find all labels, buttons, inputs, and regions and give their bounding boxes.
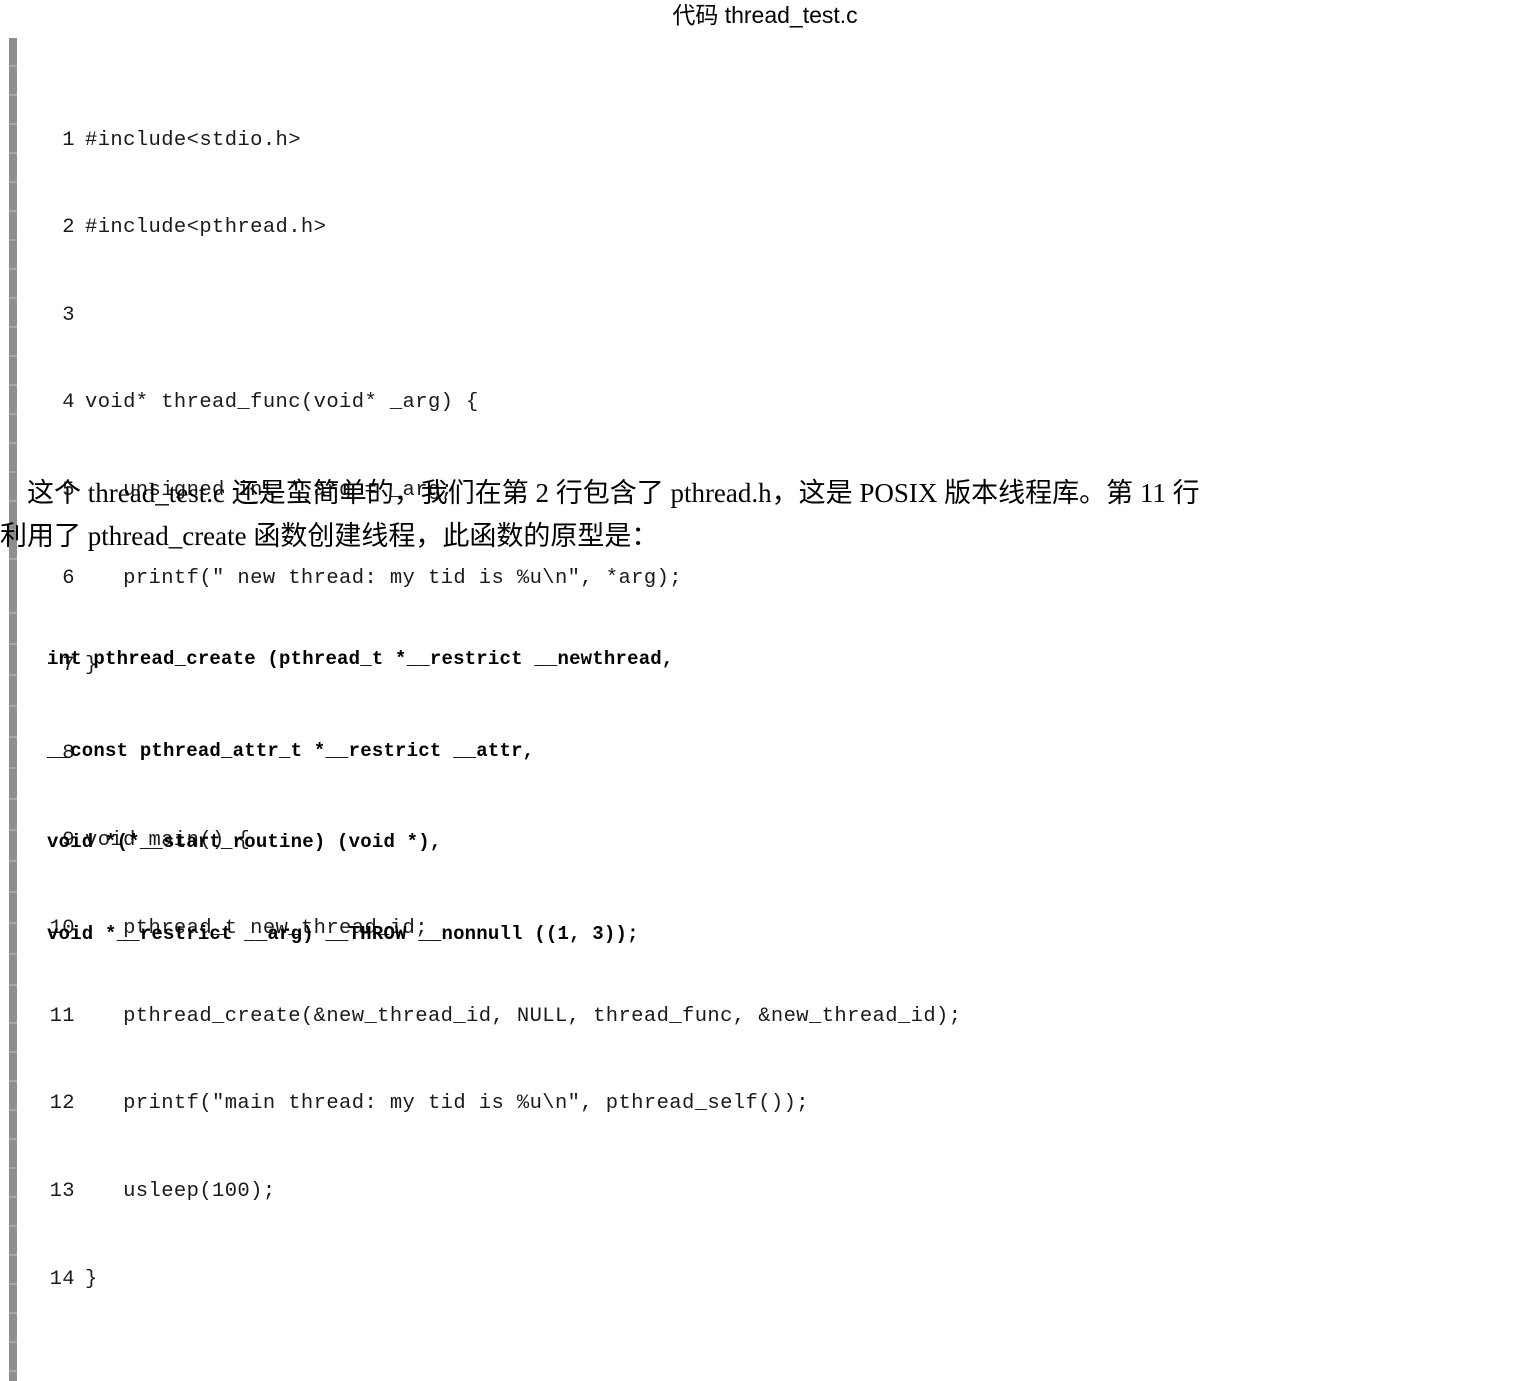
line-content: printf("main thread: my tid is %u\n", pt… — [85, 1092, 810, 1116]
code-line: 12 printf("main thread: my tid is %u\n",… — [29, 1089, 961, 1118]
prototype-line: void *__restrict __arg) __THROW __nonnul… — [47, 922, 639, 945]
prototype-line: int pthread_create (pthread_t *__restric… — [47, 648, 674, 670]
paragraph-line: 这个 thread_test.c 还是蛮简单的，我们在第 2 行包含了 pthr… — [0, 478, 1200, 508]
line-number: 4 — [62, 391, 75, 415]
code-line: 1 #include<stdio.h> — [29, 126, 961, 155]
code-line: 2 #include<pthread.h> — [29, 213, 961, 242]
line-content — [75, 301, 85, 330]
line-content: #include<stdio.h> — [85, 128, 301, 152]
page-title: 代码 thread_test.c — [672, 2, 858, 28]
line-number: 3 — [62, 303, 75, 327]
line-content: #include<pthread.h> — [85, 216, 327, 240]
code-gutter-bar — [9, 583, 17, 1010]
code-line: 4 void* thread_func(void* _arg) { — [29, 388, 961, 417]
body-paragraph: 这个 thread_test.c 还是蛮简单的，我们在第 2 行包含了 pthr… — [0, 472, 1528, 558]
prototype-lines: int pthread_create (pthread_t *__restric… — [47, 583, 674, 1010]
line-content: } — [85, 1267, 98, 1291]
code-line: 13 usleep(100); — [29, 1177, 961, 1206]
code-line: 3 — [29, 301, 961, 330]
prototype-line: void *(*__start_routine) (void *), — [47, 831, 442, 853]
line-number: 12 — [49, 1092, 75, 1116]
prototype-line: __const pthread_attr_t *__restrict __att… — [47, 739, 535, 762]
line-content: usleep(100); — [85, 1179, 276, 1203]
line-content: void* thread_func(void* _arg) { — [85, 391, 479, 415]
line-number: 14 — [49, 1267, 75, 1291]
line-number: 13 — [49, 1179, 75, 1203]
code-line: 14 } — [29, 1265, 961, 1294]
paragraph-line: 利用了 pthread_create 函数创建线程，此函数的原型是： — [0, 521, 659, 551]
line-number: 2 — [62, 216, 75, 240]
code-listing-pthread-create-prototype: int pthread_create (pthread_t *__restric… — [0, 583, 674, 1010]
line-number: 1 — [62, 128, 75, 152]
